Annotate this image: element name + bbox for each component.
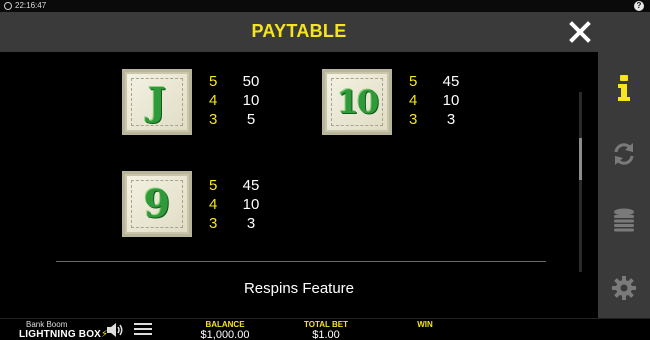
pay-amount: 45: [242, 177, 260, 194]
pay-row: 5 45: [409, 72, 479, 91]
balance-value: $1,000.00: [200, 329, 250, 340]
brand-logo: LIGHTNING BOX⚡: [19, 329, 108, 340]
close-icon: [569, 21, 591, 43]
game-name: Bank Boom: [26, 320, 68, 329]
scrollbar[interactable]: [579, 92, 582, 272]
autoplay-button[interactable]: [598, 134, 650, 174]
autoplay-icon: [614, 143, 634, 165]
clock-icon: [4, 2, 12, 10]
pay-count: 4: [409, 92, 418, 109]
status-bar: 22:16:47 ?: [0, 0, 650, 12]
win-meter: WIN: [405, 320, 445, 329]
pay-amount: 3: [246, 215, 256, 232]
symbol-10-pays: 5 45 4 10 33: [409, 72, 479, 129]
paytable-content: J 5 50 4 10 35 10 5 45 4 10 33 9 5 45 4 10 33 …: [0, 52, 598, 318]
scrollbar-thumb[interactable]: [579, 138, 582, 180]
pay-amount: 10: [442, 92, 460, 109]
settings-icon: [612, 276, 636, 300]
symbol-j-pays: 5 50 4 10 35: [209, 72, 279, 129]
coin-stack-icon: [614, 208, 634, 232]
pay-amount: 45: [442, 73, 460, 90]
settings-button[interactable]: [598, 268, 650, 308]
side-menu: [598, 12, 650, 318]
pay-count: 5: [209, 73, 218, 90]
bet-button[interactable]: [598, 200, 650, 240]
symbol-9-card: 9: [122, 171, 192, 237]
pay-count: 5: [209, 177, 218, 194]
pay-row: 4 10: [409, 91, 479, 110]
sound-button[interactable]: [106, 322, 124, 338]
pay-count: 4: [209, 196, 218, 213]
close-button[interactable]: [568, 20, 592, 44]
pay-count: 3: [209, 111, 218, 128]
balance-label: BALANCE: [205, 320, 245, 329]
pay-amount: 10: [242, 196, 260, 213]
pay-count: 5: [409, 73, 418, 90]
page-title: PAYTABLE: [251, 21, 347, 41]
pay-amount: 50: [242, 73, 260, 90]
balance-meter: BALANCE $1,000.00: [190, 320, 260, 340]
total-bet-value: $1.00: [312, 329, 340, 340]
section-title: Respins Feature: [243, 280, 355, 297]
pay-row: 4 10: [209, 195, 279, 214]
win-label: WIN: [417, 320, 433, 329]
hamburger-icon: [134, 323, 152, 325]
symbol-label: 9: [143, 181, 171, 226]
paytable-header: PAYTABLE: [0, 12, 598, 52]
pay-count: 3: [209, 215, 218, 232]
pay-amount: 10: [242, 92, 260, 109]
symbol-j-card: J: [122, 69, 192, 135]
menu-button[interactable]: [134, 323, 152, 337]
pay-row: 4 10: [209, 91, 279, 110]
game-footer: Bank Boom LIGHTNING BOX⚡ BALANCE $1,000.…: [0, 318, 650, 340]
total-bet-meter: TOTAL BET $1.00: [296, 320, 356, 340]
info-icon: [618, 75, 630, 101]
symbol-9-pays: 5 45 4 10 33: [209, 176, 279, 233]
pay-count: 4: [209, 92, 218, 109]
pay-row: 5 45: [209, 176, 279, 195]
symbol-10-card: 10: [322, 69, 392, 135]
symbol-label: 10: [336, 83, 380, 121]
pay-row: 5 50: [209, 72, 279, 91]
pay-amount: 3: [446, 111, 456, 128]
pay-row: 33: [409, 110, 479, 129]
section-divider: [56, 261, 546, 262]
pay-amount: 5: [246, 111, 256, 128]
symbol-label: J: [148, 79, 166, 124]
info-button[interactable]: [598, 68, 650, 108]
speaker-icon: [107, 323, 123, 337]
pay-count: 3: [409, 111, 418, 128]
pay-row: 33: [209, 214, 279, 233]
brand-text: LIGHTNING BOX: [19, 329, 102, 340]
help-icon[interactable]: ?: [634, 1, 644, 11]
total-bet-label: TOTAL BET: [304, 320, 348, 329]
clock-time: 22:16:47: [15, 1, 47, 10]
pay-row: 35: [209, 110, 279, 129]
